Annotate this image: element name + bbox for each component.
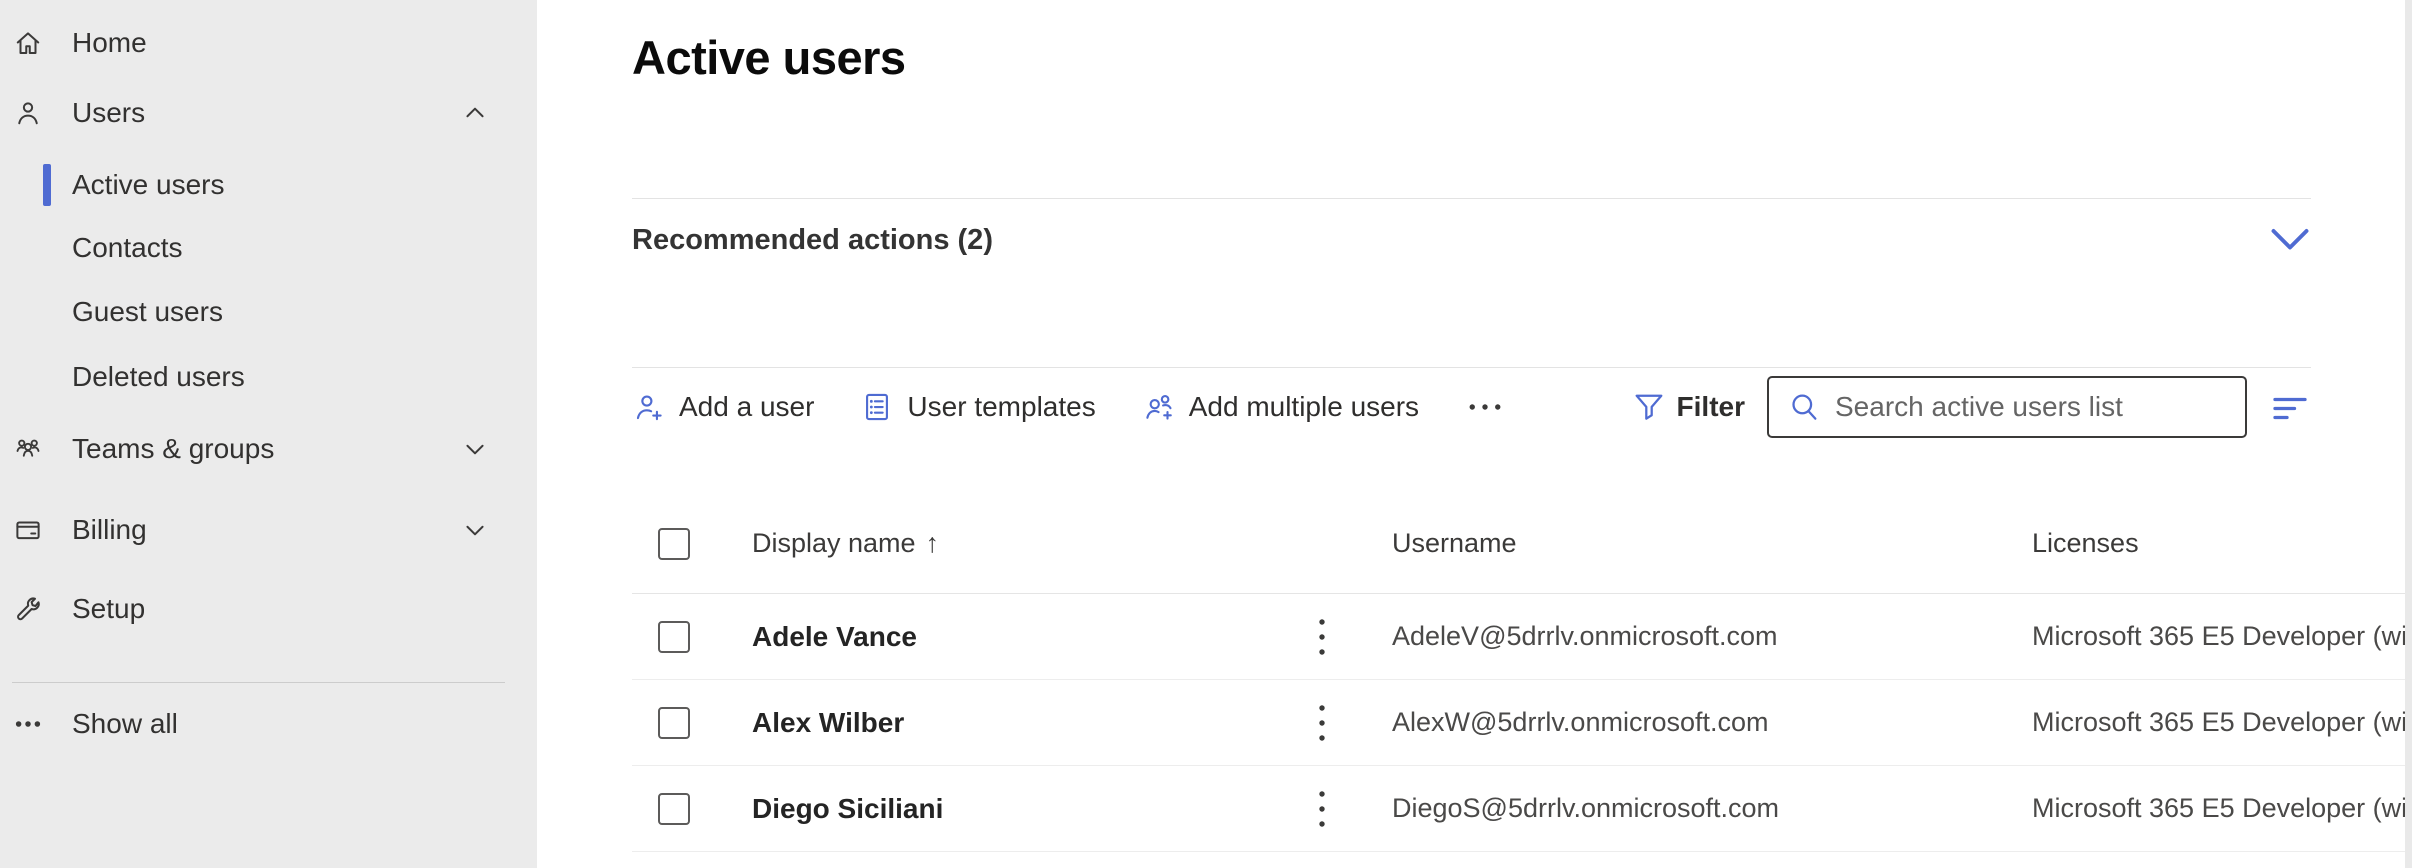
- more-horizontal-icon: [1465, 390, 1505, 424]
- filter-funnel-icon: [1631, 389, 1667, 425]
- column-header-display-name[interactable]: Display name ↑: [752, 528, 1312, 559]
- sidebar-item-label: Home: [72, 27, 147, 59]
- display-name-cell: Adele Vance: [752, 621, 1312, 653]
- username-cell: AdeleV@5drrlv.onmicrosoft.com: [1392, 621, 2032, 652]
- row-more-actions-button[interactable]: [1312, 616, 1392, 658]
- row-checkbox[interactable]: [658, 707, 690, 739]
- row-checkbox[interactable]: [658, 793, 690, 825]
- sidebar-item-label: Contacts: [72, 232, 183, 264]
- template-list-icon: [860, 390, 894, 424]
- toolbar-button-label: Add multiple users: [1189, 391, 1419, 423]
- table-row[interactable]: Diego Siciliani DiegoS@5drrlv.onmicrosof…: [632, 766, 2405, 852]
- table-row[interactable]: Adele Vance AdeleV@5drrlv.onmicrosoft.co…: [632, 594, 2405, 680]
- search-input[interactable]: [1835, 391, 2231, 423]
- list-toolbar: Add a user User templates: [632, 368, 2311, 446]
- row-more-actions-button[interactable]: [1312, 702, 1392, 744]
- licenses-cell: Microsoft 365 E5 Developer (withou: [2032, 621, 2405, 652]
- show-all-icon: [8, 704, 48, 744]
- sidebar-item-label: Show all: [72, 708, 178, 740]
- billing-icon: [8, 510, 48, 550]
- sidebar-item-billing[interactable]: Billing: [0, 499, 537, 561]
- display-name-cell: Alex Wilber: [752, 707, 1312, 739]
- sidebar-item-contacts[interactable]: Contacts: [0, 217, 537, 279]
- toolbar-button-label: User templates: [907, 391, 1095, 423]
- sort-ascending-icon: ↑: [926, 528, 940, 559]
- column-header-username[interactable]: Username: [1392, 528, 2032, 559]
- sidebar-item-label: Billing: [72, 514, 147, 546]
- user-icon: [8, 93, 48, 133]
- teams-groups-icon: [8, 429, 48, 469]
- search-box: [1767, 376, 2247, 438]
- person-add-icon: [632, 390, 666, 424]
- licenses-cell: Microsoft 365 E5 Developer (withou: [2032, 707, 2405, 738]
- sort-lines-button[interactable]: [2269, 389, 2311, 425]
- display-name-cell: Diego Siciliani: [752, 793, 1312, 825]
- row-more-actions-button[interactable]: [1312, 788, 1392, 830]
- sidebar-item-label: Setup: [72, 593, 145, 625]
- sidebar-item-label: Teams & groups: [72, 433, 274, 465]
- column-header-licenses[interactable]: Licenses: [2032, 528, 2405, 559]
- table-header-row: Display name ↑ Username Licenses: [632, 494, 2405, 594]
- chevron-up-icon: [462, 100, 488, 126]
- main-content: Active users Recommended actions (2) Add…: [537, 0, 2412, 868]
- filter-button[interactable]: Filter: [1631, 389, 1745, 425]
- sidebar-item-label: Deleted users: [72, 361, 245, 393]
- toolbar-button-label: Filter: [1677, 391, 1745, 423]
- sidebar-item-show-all[interactable]: Show all: [0, 693, 537, 755]
- username-cell: AlexW@5drrlv.onmicrosoft.com: [1392, 707, 2032, 738]
- sidebar-item-label: Active users: [72, 169, 225, 201]
- vertical-scrollbar[interactable]: [2405, 0, 2412, 868]
- search-icon: [1787, 390, 1821, 424]
- chevron-down-icon: [462, 436, 488, 462]
- sidebar-item-active-users[interactable]: Active users: [0, 154, 537, 216]
- chevron-down-icon: [462, 517, 488, 543]
- user-templates-button[interactable]: User templates: [860, 390, 1095, 424]
- people-add-icon: [1142, 390, 1176, 424]
- add-user-button[interactable]: Add a user: [632, 390, 814, 424]
- table-row[interactable]: Alex Wilber AlexW@5drrlv.onmicrosoft.com…: [632, 680, 2405, 766]
- row-checkbox[interactable]: [658, 621, 690, 653]
- sidebar-item-label: Users: [72, 97, 145, 129]
- sidebar-item-users[interactable]: Users: [0, 82, 537, 144]
- sidebar-divider: [12, 682, 505, 683]
- sidebar-item-deleted-users[interactable]: Deleted users: [0, 346, 537, 408]
- sidebar-item-home[interactable]: Home: [0, 12, 537, 74]
- licenses-cell: Microsoft 365 E5 Developer (withou: [2032, 793, 2405, 824]
- sidebar-item-teams-groups[interactable]: Teams & groups: [0, 418, 537, 480]
- sidebar-item-label: Guest users: [72, 296, 223, 328]
- sidebar-item-guest-users[interactable]: Guest users: [0, 281, 537, 343]
- select-all-checkbox[interactable]: [658, 528, 690, 560]
- page-title: Active users: [632, 30, 2412, 86]
- sidebar: Home Users Active users Contacts Guest u…: [0, 0, 537, 868]
- username-cell: DiegoS@5drrlv.onmicrosoft.com: [1392, 793, 2032, 824]
- chevron-down-icon[interactable]: [2269, 226, 2311, 254]
- selected-indicator: [43, 164, 51, 206]
- toolbar-button-label: Add a user: [679, 391, 814, 423]
- recommended-actions-header[interactable]: Recommended actions (2): [632, 199, 2311, 281]
- sidebar-item-setup[interactable]: Setup: [0, 578, 537, 640]
- more-actions-button[interactable]: [1465, 390, 1505, 424]
- add-multiple-users-button[interactable]: Add multiple users: [1142, 390, 1419, 424]
- home-icon: [8, 23, 48, 63]
- setup-icon: [8, 589, 48, 629]
- active-users-table: Display name ↑ Username Licenses Adele V…: [632, 494, 2405, 852]
- recommended-actions-title: Recommended actions (2): [632, 224, 993, 257]
